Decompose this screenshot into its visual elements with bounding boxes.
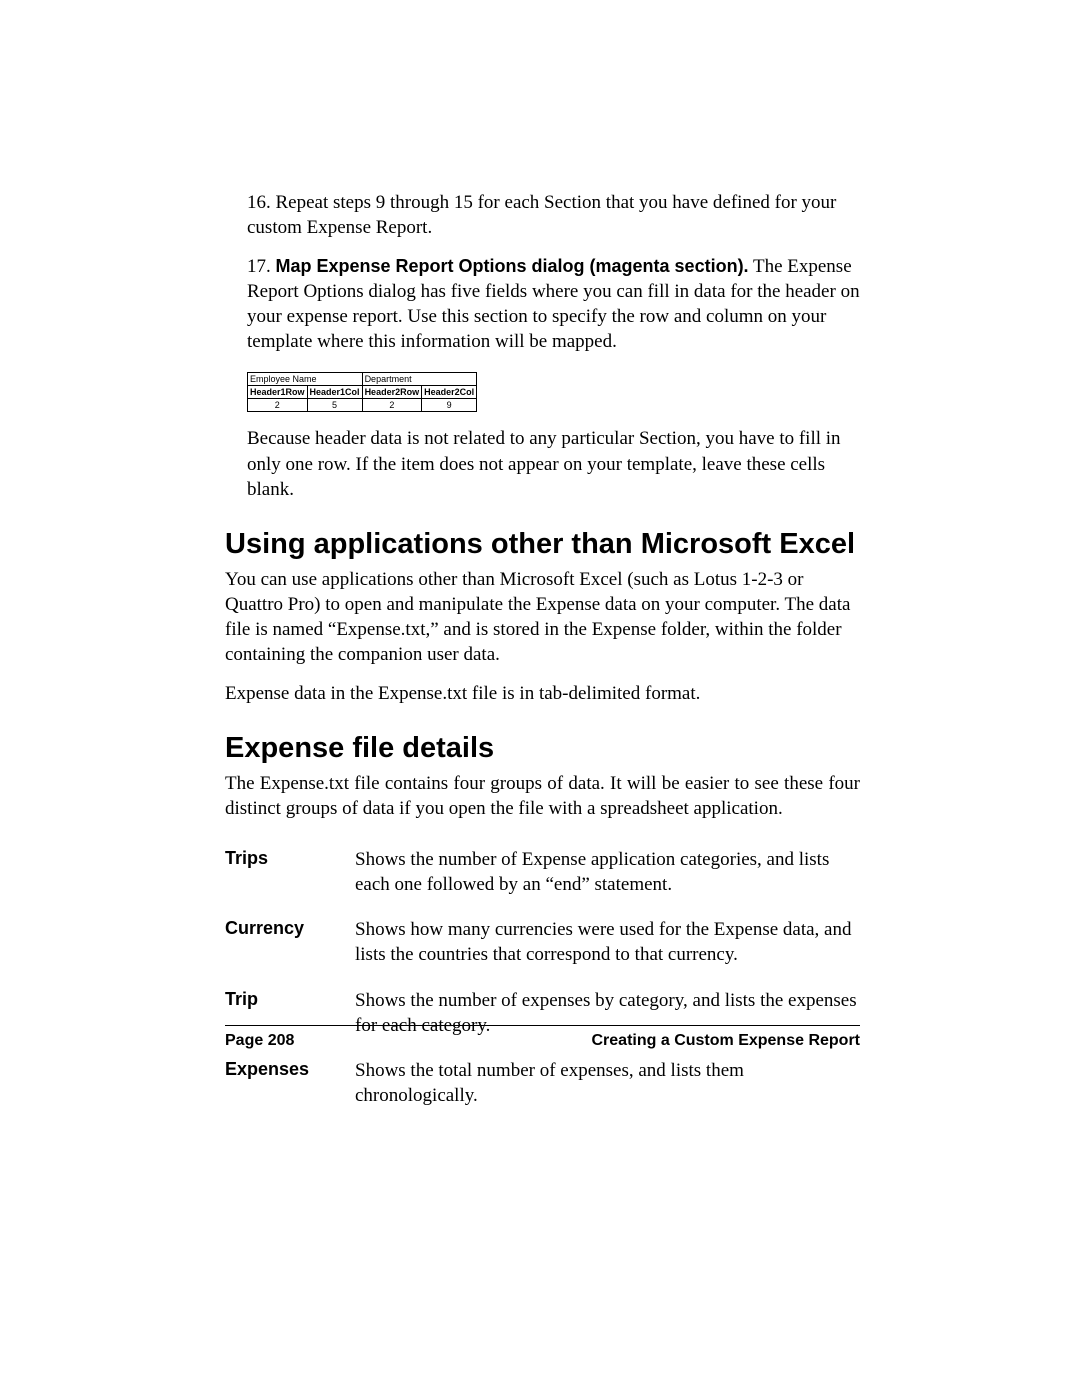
paragraph: You can use applications other than Micr… (225, 567, 860, 667)
figure-top-cell: Department (362, 373, 477, 386)
definition-row: Currency Shows how many currencies were … (225, 917, 860, 967)
definition-term: Currency (225, 917, 355, 967)
footer-page-number: Page 208 (225, 1032, 294, 1050)
figure-header-cell: Header2Col (422, 386, 477, 399)
heading-using-other-apps: Using applications other than Microsoft … (225, 528, 860, 561)
figure-header-cell: Header2Row (362, 386, 422, 399)
page-footer: Page 208 Creating a Custom Expense Repor… (225, 1025, 860, 1050)
definition-row: Trips Shows the number of Expense applic… (225, 847, 860, 897)
list-number: 17. (247, 256, 271, 277)
list-bold-lead: Map Expense Report Options dialog (magen… (276, 256, 749, 276)
definition-desc: Shows the number of Expense application … (355, 847, 860, 897)
definition-row: Expenses Shows the total number of expen… (225, 1058, 860, 1108)
definition-desc: Shows the total number of expenses, and … (355, 1058, 860, 1108)
definition-term: Expenses (225, 1058, 355, 1108)
figure-header-cell: Header1Row (248, 386, 308, 399)
figure-value-cell: 2 (362, 399, 422, 412)
figure-value-cell: 2 (248, 399, 308, 412)
list-text: Repeat steps 9 through 15 for each Secti… (247, 192, 836, 238)
list-number: 16. (247, 192, 271, 213)
figure-top-cell: Employee Name (248, 373, 363, 386)
list-item-17: 17. Map Expense Report Options dialog (m… (247, 254, 860, 354)
definition-list: Trips Shows the number of Expense applic… (225, 847, 860, 1108)
heading-expense-file-details: Expense file details (225, 732, 860, 765)
list-item-16: 16. Repeat steps 9 through 15 for each S… (247, 190, 860, 240)
figure-value-cell: 9 (422, 399, 477, 412)
footer-chapter-title: Creating a Custom Expense Report (592, 1032, 861, 1050)
paragraph: Expense data in the Expense.txt file is … (225, 681, 860, 706)
document-page: 16. Repeat steps 9 through 15 for each S… (0, 0, 1080, 1397)
figure-header-cell: Header1Col (307, 386, 362, 399)
figure-value-cell: 5 (307, 399, 362, 412)
definition-term: Trips (225, 847, 355, 897)
paragraph: The Expense.txt file contains four group… (225, 771, 860, 821)
figure-table: Employee Name Department Header1Row Head… (247, 372, 477, 412)
definition-desc: Shows how many currencies were used for … (355, 917, 860, 967)
paragraph: Because header data is not related to an… (247, 426, 860, 501)
